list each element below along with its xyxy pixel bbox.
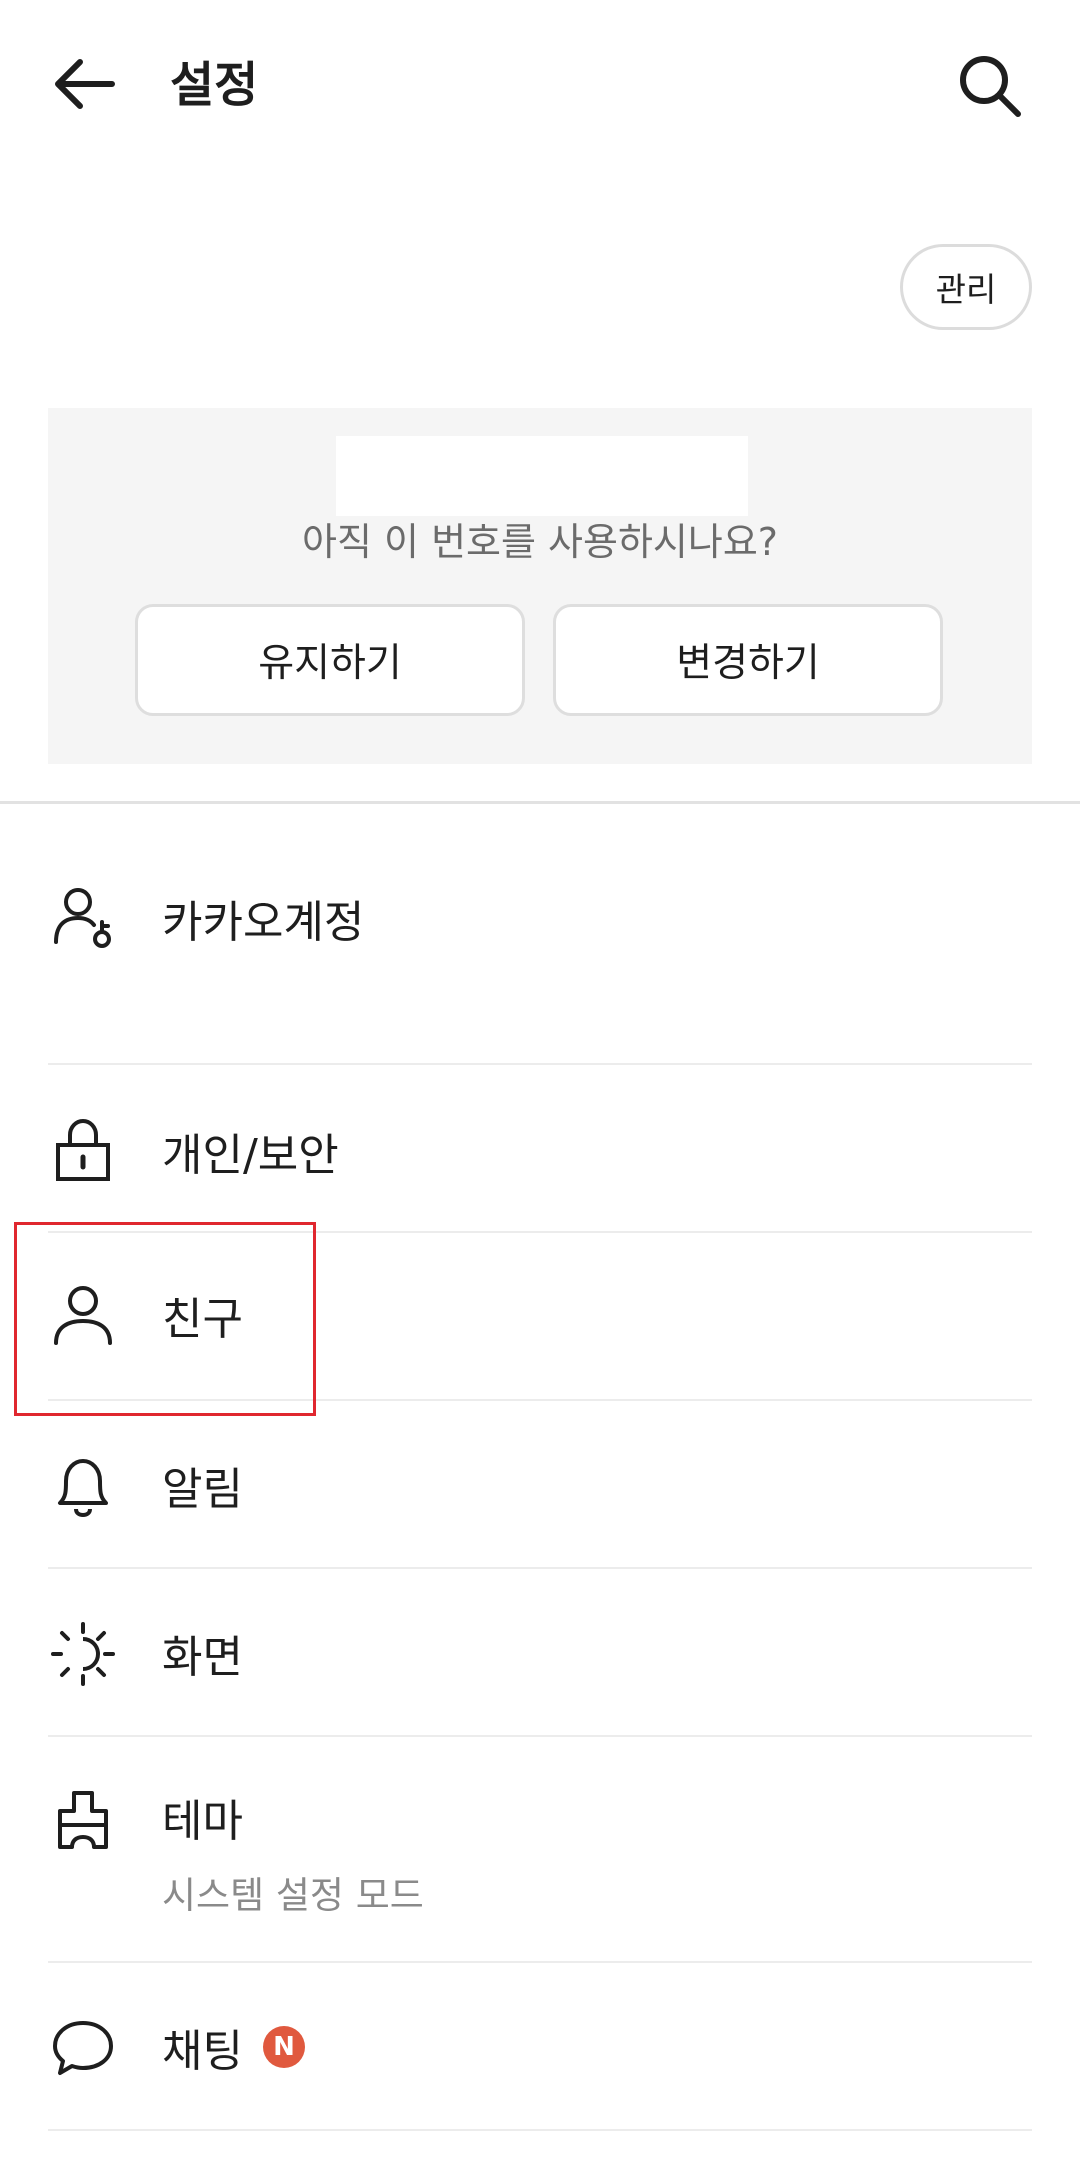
phone-number-redacted bbox=[336, 436, 748, 516]
paint-brush-icon bbox=[50, 1787, 116, 1853]
menu-label-kakao-account: 카카오계정 bbox=[162, 897, 365, 948]
bell-icon bbox=[50, 1453, 116, 1519]
manage-button[interactable]: 관리 bbox=[900, 244, 1032, 330]
menu-item-theme[interactable]: 테마 시스템 설정 모드 bbox=[0, 1737, 1080, 1961]
menu-item-display[interactable]: 화면 bbox=[0, 1569, 1080, 1735]
arrow-left-icon bbox=[55, 59, 115, 109]
menu-label-theme: 테마 bbox=[162, 1796, 243, 1847]
new-badge: N bbox=[263, 2026, 305, 2068]
menu-label-notifications: 알림 bbox=[162, 1464, 243, 1515]
lock-icon bbox=[50, 1117, 116, 1183]
highlight-box bbox=[14, 1222, 316, 1416]
change-button[interactable]: 변경하기 bbox=[553, 604, 943, 716]
menu-label-display: 화면 bbox=[162, 1632, 243, 1683]
page-title: 설정 bbox=[170, 57, 259, 113]
brightness-icon bbox=[50, 1621, 116, 1687]
chat-bubble-icon bbox=[50, 2015, 116, 2081]
menu-item-notifications[interactable]: 알림 bbox=[0, 1401, 1080, 1567]
menu-item-kakao-account[interactable]: 카카오계정 bbox=[0, 804, 1080, 1064]
search-button[interactable] bbox=[954, 50, 1024, 120]
search-icon bbox=[960, 56, 1021, 117]
menu-sublabel-theme: 시스템 설정 모드 bbox=[162, 1874, 424, 1917]
account-key-icon bbox=[50, 884, 116, 950]
menu-label-privacy: 개인/보안 bbox=[162, 1130, 339, 1181]
keep-button[interactable]: 유지하기 bbox=[135, 604, 525, 716]
divider bbox=[48, 2129, 1032, 2131]
menu-item-privacy[interactable]: 개인/보안 bbox=[0, 1065, 1080, 1231]
phone-question: 아직 이 번호를 사용하시나요? bbox=[302, 520, 778, 564]
back-button[interactable] bbox=[50, 50, 120, 120]
menu-label-chat: 채팅 bbox=[162, 2026, 243, 2077]
menu-item-chat[interactable]: 채팅 N bbox=[0, 1963, 1080, 2129]
